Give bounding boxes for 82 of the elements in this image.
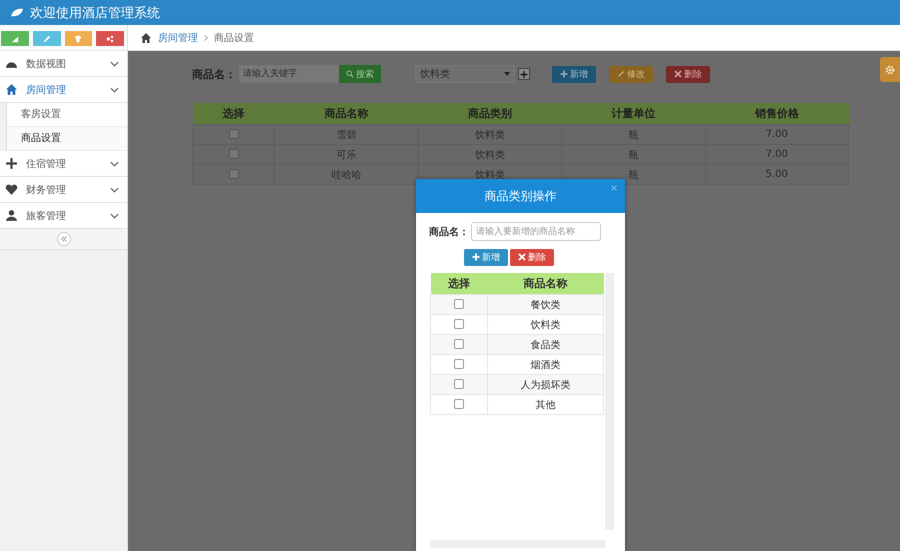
search-button[interactable]: 搜索 xyxy=(339,65,381,83)
edit-button[interactable]: 修改 xyxy=(609,66,653,82)
row-checkbox[interactable] xyxy=(454,339,464,350)
pencil-icon xyxy=(617,70,625,78)
column-header: 选择 xyxy=(192,103,274,124)
chevron-right-icon xyxy=(204,34,208,40)
shirt-icon xyxy=(73,34,84,42)
chevron-down-icon xyxy=(110,86,119,92)
table-cell: 雪碧 xyxy=(274,124,418,144)
row-checkbox[interactable] xyxy=(228,169,238,180)
chevron-down-icon xyxy=(110,60,119,66)
row-checkbox[interactable] xyxy=(228,129,238,140)
search-icon xyxy=(346,70,354,78)
share-icon xyxy=(105,34,116,42)
menu-item[interactable]: 财务管理 xyxy=(0,177,127,203)
menu-item[interactable]: 旅客管理 xyxy=(0,203,127,229)
user-icon xyxy=(5,209,18,222)
row-checkbox[interactable] xyxy=(228,149,238,160)
heart-icon xyxy=(5,183,18,196)
column-header: 选择 xyxy=(430,273,488,294)
column-header: 计量单位 xyxy=(562,103,705,124)
column-header: 商品名称 xyxy=(274,103,418,124)
leaf-icon xyxy=(10,8,24,18)
app-title: 欢迎使用酒店管理系统 xyxy=(30,4,160,22)
shortcut-button[interactable] xyxy=(64,31,92,46)
add-button[interactable]: 新增 xyxy=(552,66,596,82)
submenu-item[interactable]: 商品设置 xyxy=(7,127,127,151)
delete-button[interactable]: 删除 xyxy=(666,66,710,82)
category-select[interactable]: 饮料类 xyxy=(415,65,515,83)
double-chevron-left-icon xyxy=(60,235,68,243)
row-checkbox[interactable] xyxy=(454,359,464,370)
table-cell: 5.00 xyxy=(705,164,848,184)
settings-icon xyxy=(884,64,896,76)
add-button[interactable]: 新增 xyxy=(464,249,508,266)
keyword-input[interactable]: 请输入关键字 xyxy=(239,65,339,83)
chevron-down-icon xyxy=(110,186,119,192)
table-cell: 人为损坏类 xyxy=(488,374,604,394)
chevron-down-icon xyxy=(110,212,119,218)
menu-item[interactable]: 数据视图 xyxy=(0,51,127,77)
dialog-title: 商品类别操作 xyxy=(484,188,556,204)
vertical-scrollbar[interactable] xyxy=(605,273,614,530)
table-cell: 7.00 xyxy=(705,124,848,144)
shortcut-button[interactable] xyxy=(32,31,60,46)
column-header: 商品类别 xyxy=(418,103,562,124)
table-cell: 餐饮类 xyxy=(488,294,604,314)
menu-item[interactable]: 住宿管理 xyxy=(0,151,127,177)
chart-icon xyxy=(10,34,20,42)
table-cell: 7.00 xyxy=(705,144,848,164)
table-cell: 可乐 xyxy=(274,144,418,164)
table-cell: 食品类 xyxy=(488,334,604,354)
settings-button[interactable] xyxy=(880,57,900,82)
row-checkbox[interactable] xyxy=(454,379,464,390)
close-icon[interactable] xyxy=(611,185,617,191)
table-cell: 其他 xyxy=(488,394,604,414)
delete-button[interactable]: 删除 xyxy=(510,249,554,266)
collapse-button[interactable] xyxy=(56,232,70,246)
search-label: 商品名： xyxy=(192,66,236,82)
pencil-icon xyxy=(42,34,52,42)
row-checkbox[interactable] xyxy=(454,399,464,410)
home-icon xyxy=(5,83,18,96)
chevron-down-icon xyxy=(110,160,119,166)
breadcrumb-item[interactable]: 房间管理 xyxy=(158,30,198,44)
add-category-button[interactable]: + xyxy=(518,68,530,80)
table-cell: 哇哈哈 xyxy=(274,164,418,184)
table-cell: 饮料类 xyxy=(418,144,562,164)
home-icon xyxy=(140,32,152,44)
row-checkbox[interactable] xyxy=(454,319,464,330)
table-cell: 饮料类 xyxy=(418,124,562,144)
table-cell: 瓶 xyxy=(562,144,705,164)
field-label: 商品名： xyxy=(429,225,469,238)
breadcrumb-item: 商品设置 xyxy=(214,32,254,44)
column-header: 销售价格 xyxy=(705,103,848,124)
caret-icon xyxy=(504,72,510,76)
row-checkbox[interactable] xyxy=(454,299,464,310)
table-cell: 瓶 xyxy=(562,124,705,144)
name-input[interactable]: 请输入要新增的商品名称 xyxy=(471,222,601,241)
plus-icon xyxy=(472,253,480,261)
menu-item[interactable]: 房间管理 xyxy=(0,77,127,103)
plus-icon xyxy=(560,70,568,78)
column-header: 商品名称 xyxy=(488,273,604,294)
shortcut-button[interactable] xyxy=(1,31,29,46)
shortcut-button[interactable] xyxy=(96,31,124,46)
